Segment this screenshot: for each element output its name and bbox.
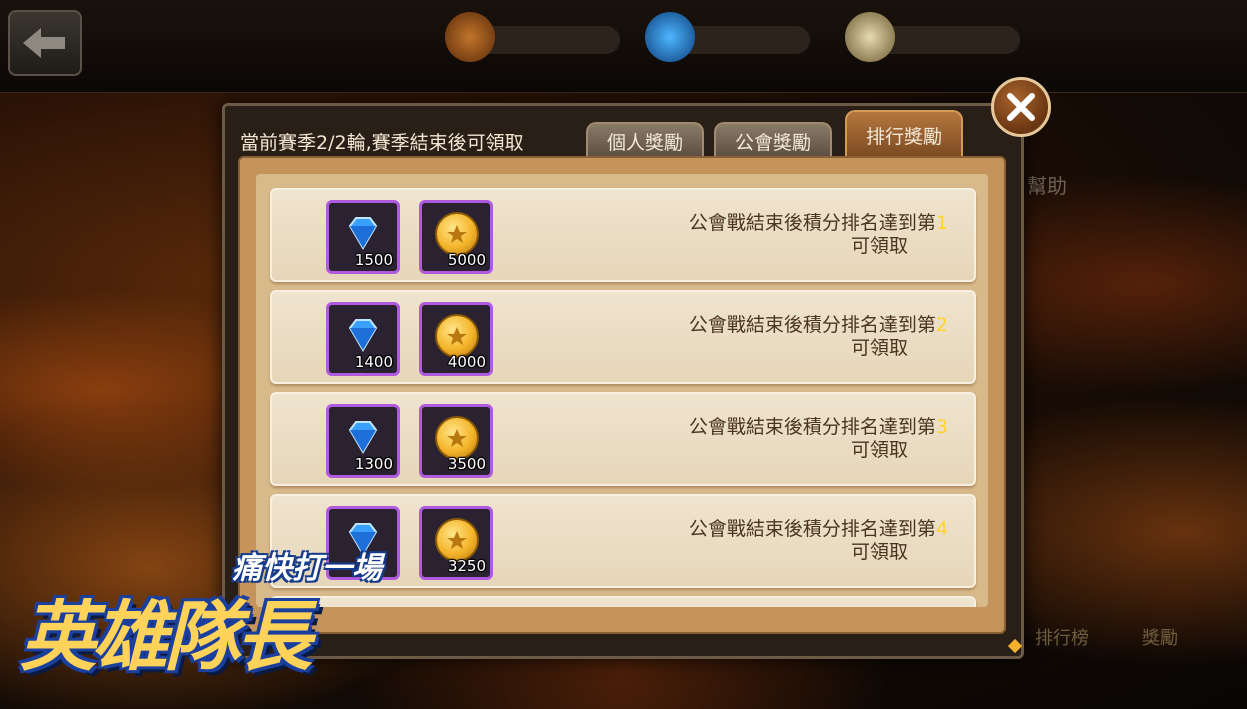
claimable-text: 可領取 (850, 337, 908, 359)
coin-reward-slot[interactable]: 3500 (419, 404, 493, 478)
claimable-text: 可領取 (850, 235, 908, 257)
reward-row: 1400 4000 公會戰結束後積分排名達到第2 可領取 (270, 290, 976, 384)
claimable-text: 可領取 (850, 541, 908, 563)
diamond-icon (348, 319, 378, 352)
diamond-icon (348, 421, 378, 454)
coin-quantity: 3500 (447, 455, 486, 473)
reward-chest-label: 獎勵 (1142, 628, 1178, 649)
logo-title: 英雄隊長 (20, 592, 312, 681)
close-button[interactable] (991, 77, 1051, 137)
guild-coin-icon (435, 212, 479, 256)
tab-personal-reward[interactable]: 個人獎勵 (586, 122, 704, 158)
arrow-left-icon (23, 28, 65, 58)
resource-icon-1 (445, 12, 495, 62)
gem-reward-slot[interactable]: 1300 (326, 404, 400, 478)
coin-quantity: 5000 (447, 251, 486, 269)
claimable-text: 可領取 (850, 439, 908, 461)
reward-condition: 公會戰結束後積分排名達到第3 可領取 (689, 416, 948, 462)
diamond-icon (348, 217, 378, 250)
leaderboard-button[interactable]: 排行榜 (1020, 570, 1104, 650)
guild-coin-icon (435, 518, 479, 562)
resource-icon-2 (645, 12, 695, 62)
leaderboard-label: 排行榜 (1035, 628, 1089, 649)
reward-condition: 公會戰結束後積分排名達到第1 可領取 (689, 212, 948, 258)
coin-reward-slot[interactable]: 5000 (419, 200, 493, 274)
tab-ranking-reward[interactable]: 排行獎勵 (845, 110, 963, 158)
reward-row: 1300 3500 公會戰結束後積分排名達到第3 可領取 (270, 392, 976, 486)
rank-number: 4 (935, 518, 948, 540)
top-resource-bar (0, 0, 1247, 93)
coin-reward-slot[interactable]: 4000 (419, 302, 493, 376)
rank-number: 2 (935, 314, 948, 336)
tab-guild-reward[interactable]: 公會獎勵 (714, 122, 832, 158)
rank-number: 3 (935, 416, 948, 438)
gem-quantity: 1500 (354, 251, 393, 269)
gem-reward-slot[interactable]: 1400 (326, 302, 400, 376)
help-label[interactable]: 幫助 (1027, 170, 1067, 199)
coin-quantity: 3250 (447, 557, 486, 575)
condition-text: 公會戰結束後積分排名達到第 (688, 314, 936, 336)
condition-text: 公會戰結束後積分排名達到第 (688, 212, 936, 234)
back-button[interactable] (8, 10, 82, 76)
reward-condition: 公會戰結束後積分排名達到第2 可領取 (689, 314, 948, 360)
gem-quantity: 1400 (354, 353, 393, 371)
rank-number: 1 (935, 212, 948, 234)
coin-quantity: 4000 (447, 353, 486, 371)
guild-coin-icon (435, 314, 479, 358)
guild-coin-icon (435, 416, 479, 460)
reward-condition: 公會戰結束後積分排名達到第4 可領取 (689, 518, 948, 564)
tab-label: 個人獎勵 (606, 131, 683, 154)
tab-label: 公會獎勵 (734, 131, 811, 154)
resource-icon-3 (845, 12, 895, 62)
gem-reward-slot[interactable]: 1500 (326, 200, 400, 274)
close-icon (1007, 93, 1035, 121)
condition-text: 公會戰結束後積分排名達到第 (688, 416, 936, 438)
gem-quantity: 1300 (354, 455, 393, 473)
reward-row: 1500 5000 公會戰結束後積分排名達到第1 可領取 (270, 188, 976, 282)
reward-chest-button[interactable]: 獎勵 (1118, 570, 1202, 650)
season-status-text: 當前賽季2/2輪,賽季結束後可領取 (240, 132, 524, 154)
condition-text: 公會戰結束後積分排名達到第 (688, 518, 936, 540)
tab-label: 排行獎勵 (865, 125, 942, 148)
